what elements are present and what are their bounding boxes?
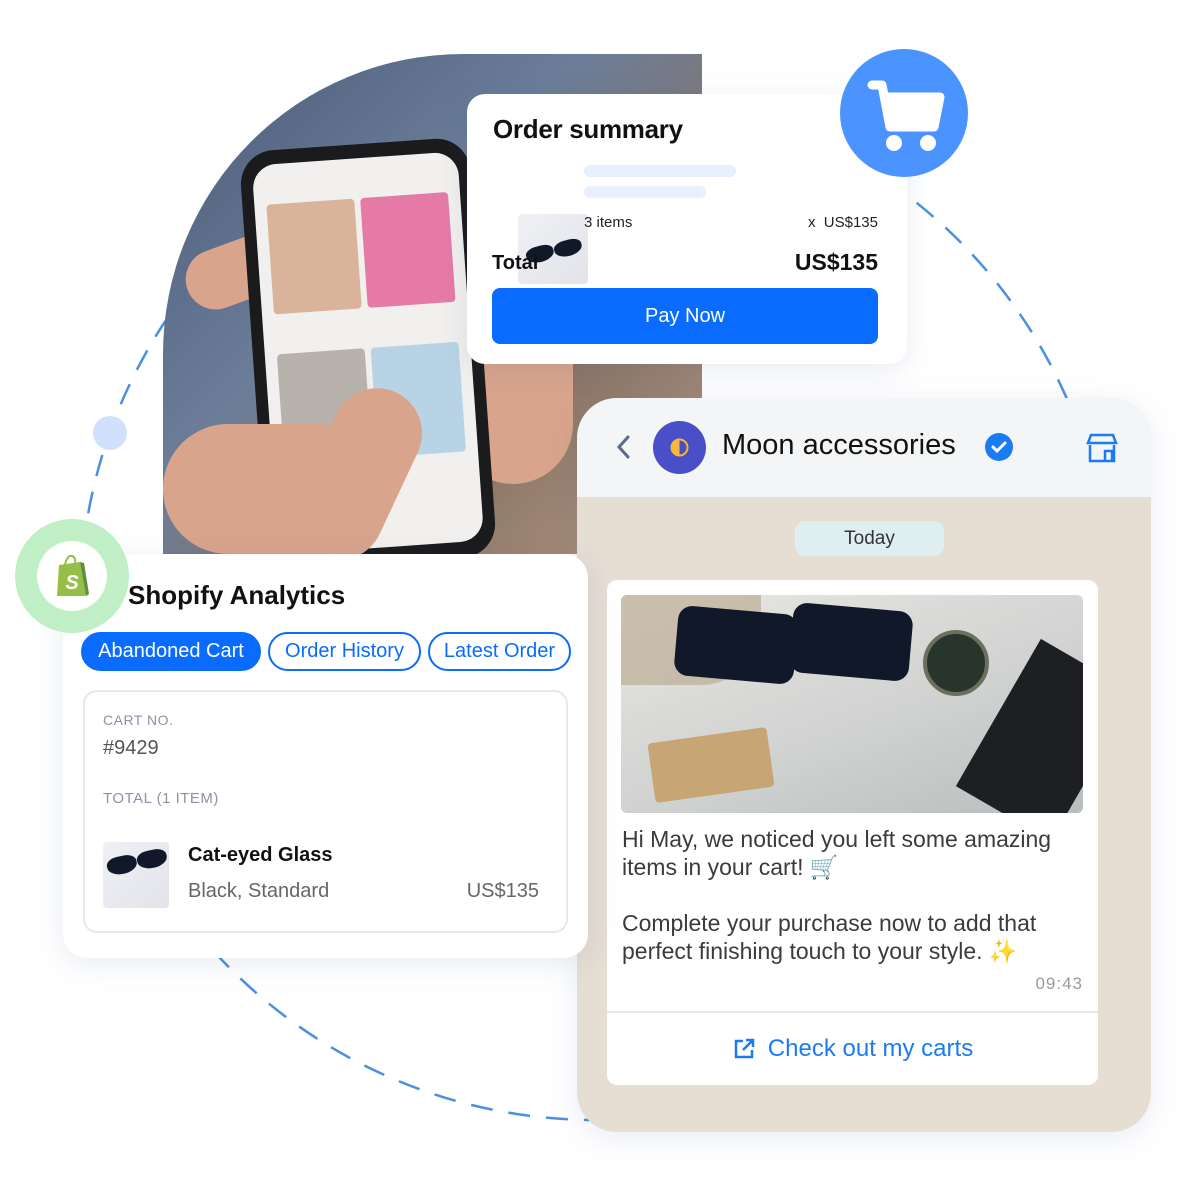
total-value: US$135	[794, 249, 878, 275]
shopify-bag-icon: S	[57, 554, 89, 596]
placeholder-line	[584, 165, 736, 177]
pay-now-button[interactable]: Pay Now	[492, 288, 878, 344]
shopify-logo-badge: S	[15, 519, 129, 633]
message-bubble: Hi May, we noticed you left some amazing…	[607, 580, 1098, 1085]
cart-badge	[840, 49, 968, 177]
chat-header: Moon accessories	[577, 398, 1151, 497]
verified-badge-icon	[985, 433, 1013, 461]
tab-order-history[interactable]: Order History	[268, 632, 421, 671]
contact-name: Moon accessories	[722, 429, 956, 461]
cart-no-value: #9429	[103, 737, 159, 759]
connector-dot	[93, 416, 127, 450]
storefront-icon[interactable]	[1085, 432, 1119, 464]
shopping-cart-icon	[867, 80, 945, 151]
total-items-label: TOTAL (1 ITEM)	[103, 790, 219, 807]
chat-window: Moon accessories Today Hi May, we notice…	[577, 398, 1151, 1132]
moon-logo-icon	[670, 438, 689, 457]
total-label: Total	[492, 252, 539, 274]
tab-latest-order[interactable]: Latest Order	[428, 632, 571, 671]
external-link-icon	[734, 1038, 755, 1059]
message-text-2: Complete your purchase now to add that p…	[622, 910, 1037, 964]
cart-details: CART NO. #9429 TOTAL (1 ITEM) Cat-eyed G…	[83, 690, 568, 933]
message-time: 09:43	[1035, 974, 1083, 993]
placeholder-line	[584, 186, 706, 198]
product-price: US$135	[466, 880, 539, 902]
svg-text:S: S	[65, 572, 79, 594]
items-count: 3 items	[584, 214, 633, 231]
message-image-sunglasses	[621, 595, 1083, 813]
check-out-carts-label: Check out my carts	[767, 1035, 974, 1062]
order-summary-title: Order summary	[493, 114, 683, 144]
product-name: Cat-eyed Glass	[188, 844, 333, 866]
shopify-analytics-card: Shopify Analytics Abandoned Cart Order H…	[63, 554, 588, 958]
tab-abandoned-cart[interactable]: Abandoned Cart	[81, 632, 261, 671]
unit-price: x US$135	[807, 214, 878, 231]
product-thumbnail	[103, 842, 169, 908]
message-text-1: Hi May, we noticed you left some amazing…	[622, 826, 1052, 880]
check-out-carts-button[interactable]: Check out my carts	[607, 1013, 1098, 1085]
product-variant: Black, Standard	[188, 880, 330, 902]
cart-no-label: CART NO.	[103, 712, 174, 728]
back-arrow-icon[interactable]	[615, 434, 631, 460]
contact-avatar	[653, 421, 706, 474]
date-divider: Today	[795, 521, 944, 556]
shopify-analytics-title: Shopify Analytics	[128, 580, 346, 610]
